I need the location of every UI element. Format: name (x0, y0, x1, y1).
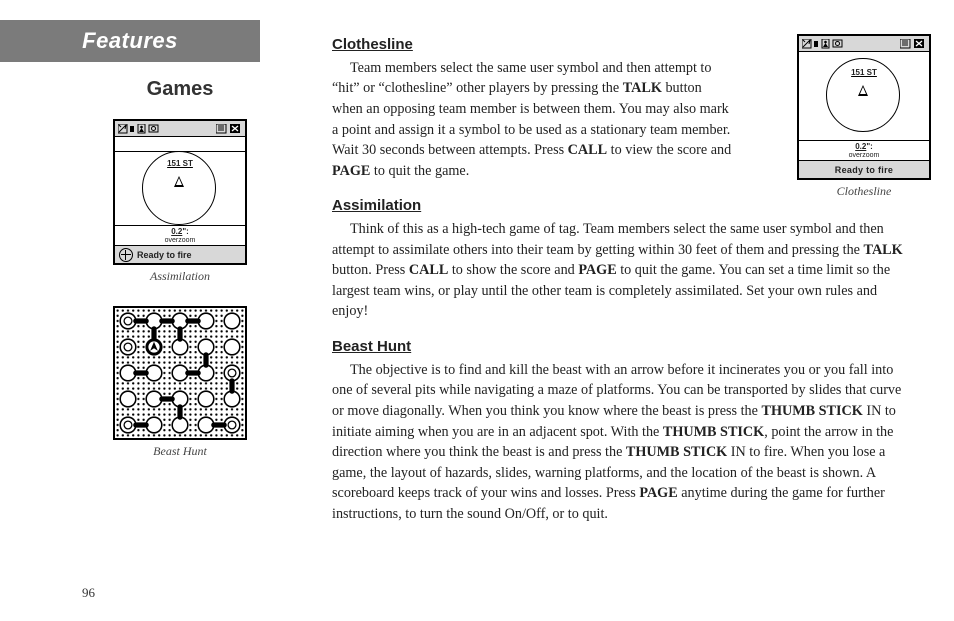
crosshair-icon (119, 248, 133, 262)
section-tab: Features (0, 20, 260, 62)
para-beasthunt: The objective is to find and kill the be… (332, 360, 912, 525)
titlebar-right-icons (216, 124, 242, 134)
body-text: Clothesline Team members select the same… (332, 34, 912, 525)
status-text: Ready to fire (137, 250, 192, 260)
maze-graphic (115, 308, 245, 438)
heading-assimilation: Assimilation (332, 195, 912, 217)
subsection-heading: Games (90, 78, 270, 101)
distance-label: 151 ST (167, 159, 193, 168)
para-assimilation: Think of this as a high-tech game of tag… (332, 219, 912, 322)
zoom-value: 0.2 (171, 227, 182, 236)
zoom-text: overzoom (118, 237, 242, 245)
left-column: Games (90, 78, 270, 481)
pointer-icon (174, 176, 184, 187)
para-clothesline: Team members select the same user symbol… (332, 58, 732, 182)
heading-beasthunt: Beast Hunt (332, 336, 912, 358)
titlebar-left-icons (118, 124, 160, 134)
figure-caption: Beast Hunt (90, 444, 270, 459)
heading-clothesline: Clothesline (332, 34, 912, 56)
figure-beasthunt-screen (113, 306, 247, 440)
sat-icon (118, 124, 160, 134)
figure-assimilation-screen: 151 ST 0.2": overzoom Ready to fire (113, 119, 247, 265)
page-number: 96 (82, 585, 95, 601)
figure-caption: Assimilation (90, 269, 270, 284)
